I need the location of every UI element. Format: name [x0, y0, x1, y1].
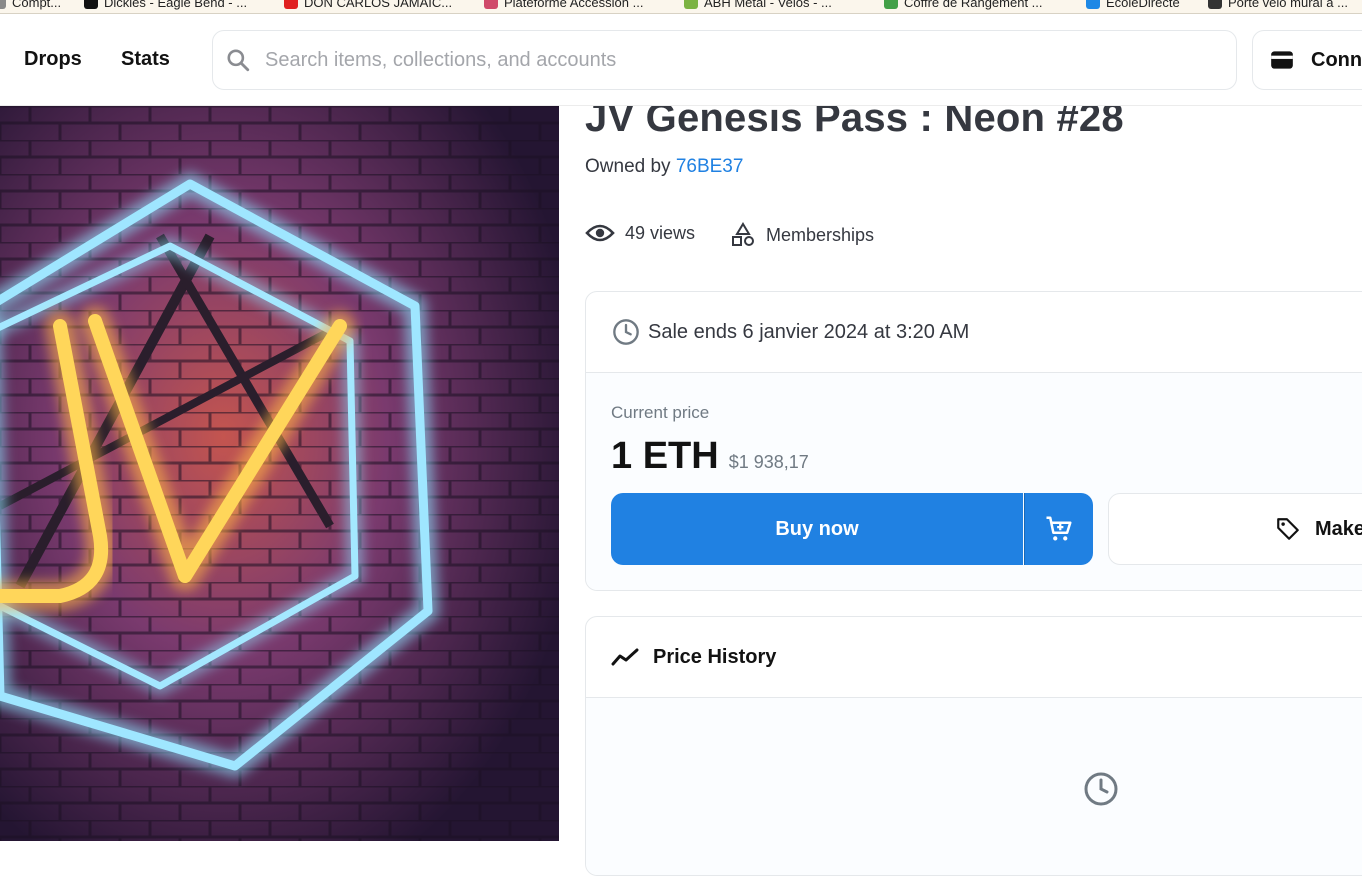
tag-icon — [1277, 518, 1299, 540]
trend-line-icon — [611, 648, 639, 666]
bookmark-item[interactable]: Dickies - Eagle Bend - ... — [84, 0, 247, 9]
views-label: 49 views — [625, 222, 696, 243]
eye-icon — [585, 224, 615, 242]
bookmark-item[interactable]: Porte velo mural a ... — [1208, 0, 1348, 9]
category-link[interactable]: Memberships — [730, 222, 874, 248]
price-history-card: Price History — [585, 616, 1362, 876]
bookmark-label: EcoleDirecte — [1106, 0, 1180, 10]
bookmark-item[interactable]: Coffre de Rangement ... — [884, 0, 1043, 9]
top-nav: Drops Stats Conn — [0, 14, 1362, 106]
bookmark-item[interactable]: EcoleDirecte — [1086, 0, 1180, 9]
buy-now-button[interactable]: Buy now — [611, 493, 1023, 565]
bookmark-label: Porte velo mural a ... — [1228, 0, 1348, 10]
bookmark-favicon-icon — [84, 0, 98, 9]
nft-artwork-image[interactable] — [0, 106, 559, 841]
bookmark-favicon-icon — [684, 0, 698, 9]
bookmark-label: Plateforme Accession ... — [504, 0, 644, 10]
bookmark-favicon-icon — [1208, 0, 1222, 9]
bookmark-item[interactable]: Plateforme Accession ... — [484, 0, 643, 9]
cart-icon — [1046, 516, 1072, 541]
bookmark-item[interactable]: Compt... — [0, 0, 61, 9]
bookmark-label: DON CARLOS JAMAIC... — [304, 0, 453, 10]
bookmarks-bar: Compt... Dickies - Eagle Bend - ... DON CA… — [0, 0, 1362, 14]
sale-header: Sale ends 6 janvier 2024 at 3:20 AM — [586, 292, 1362, 373]
price-history-body — [586, 698, 1362, 875]
connect-wallet-button[interactable]: Conn — [1252, 30, 1362, 90]
nav-stats-link[interactable]: Stats — [121, 48, 170, 71]
make-offer-button[interactable]: Make — [1108, 493, 1362, 565]
bookmark-label: Compt... — [12, 0, 62, 10]
owner-link[interactable]: 76BE37 — [676, 156, 744, 177]
clock-icon — [1084, 772, 1118, 806]
views-count: 49 views — [585, 222, 695, 244]
bookmark-favicon-icon — [884, 0, 898, 9]
bookmark-label: Dickies - Eagle Bend - ... — [104, 0, 248, 10]
search-bar[interactable] — [212, 30, 1237, 90]
category-label: Memberships — [766, 224, 875, 245]
bookmark-item[interactable]: ABH Metal - Velos - ... — [684, 0, 832, 9]
price-display: 1 ETH $1 938,17 — [611, 435, 809, 478]
nav-drops-link[interactable]: Drops — [24, 48, 82, 71]
neon-artwork — [0, 106, 559, 841]
price-eth: 1 ETH — [611, 435, 719, 477]
bookmark-favicon-icon — [484, 0, 498, 9]
owner-line: Owned by 76BE37 — [585, 156, 743, 178]
category-shapes-icon — [732, 222, 754, 246]
search-input[interactable] — [265, 48, 1165, 72]
wallet-icon — [1271, 51, 1293, 69]
connect-wallet-label: Conn — [1311, 48, 1362, 71]
bookmark-label: Coffre de Rangement ... — [904, 0, 1043, 10]
add-to-cart-button[interactable] — [1024, 493, 1093, 565]
price-history-header[interactable]: Price History — [586, 617, 1362, 698]
bookmark-favicon-icon — [284, 0, 298, 9]
bookmark-label: ABH Metal - Velos - ... — [704, 0, 832, 10]
sale-ends-text: Sale ends 6 janvier 2024 at 3:20 AM — [648, 320, 970, 343]
price-history-title: Price History — [653, 645, 777, 668]
owned-by-label: Owned by — [585, 156, 671, 177]
price-usd: $1 938,17 — [728, 452, 809, 472]
bookmark-favicon-icon — [0, 0, 6, 9]
bookmark-item[interactable]: DON CARLOS JAMAIC... — [284, 0, 452, 9]
current-price-label: Current price — [611, 403, 710, 422]
search-icon — [225, 47, 251, 73]
make-offer-label: Make — [1315, 517, 1362, 540]
bookmark-favicon-icon — [1086, 0, 1100, 9]
clock-icon — [613, 319, 639, 345]
